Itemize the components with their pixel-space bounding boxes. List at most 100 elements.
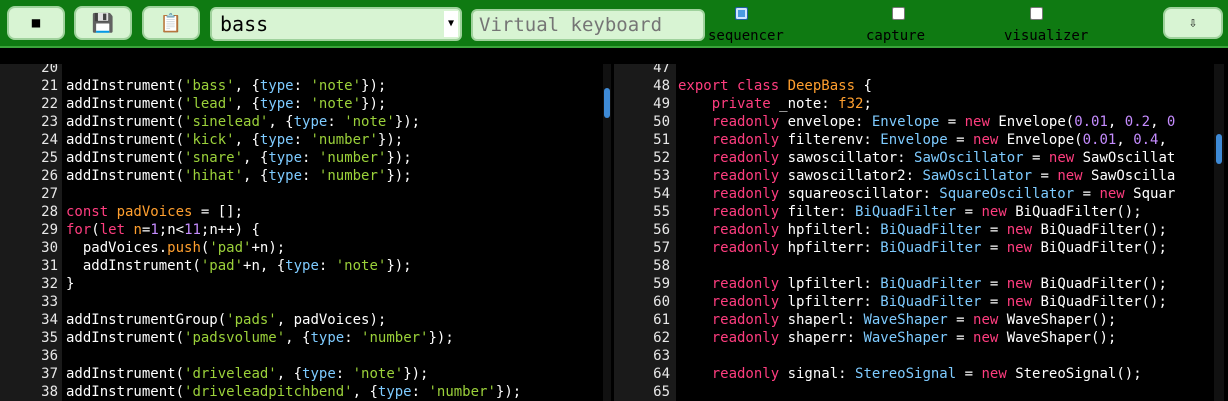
code-token: SawOscillator (914, 150, 1024, 166)
code-token: type (259, 96, 294, 112)
code-token: : (327, 114, 345, 130)
code-line: 60 readonly lpfilterr: BiQuadFilter = ne… (614, 293, 1175, 311)
left-code-editor[interactable]: 20 21 addInstrument('bass', {type: 'note'}… (0, 64, 599, 401)
code-token: WaveShaper (863, 330, 948, 346)
code-token: 'bass' (184, 78, 235, 94)
code-token: 'number' (428, 384, 496, 400)
code-token: }); (377, 132, 404, 148)
left-scrollbar-thumb[interactable] (604, 88, 610, 118)
code-token: new (981, 366, 1016, 382)
code-token: addInstrument( (66, 258, 201, 274)
right-scrollbar-thumb[interactable] (1216, 134, 1222, 164)
code-token: = (939, 114, 965, 130)
code-token: addInstrument( (66, 78, 185, 94)
line-number: 64 (653, 366, 670, 382)
toolbar: ■ 💾 📋 bass ▼ sequencer capture visualize… (0, 0, 1228, 48)
left-scrollbar-track[interactable] (603, 64, 611, 401)
code-token: BiQuadFilter(); (1040, 294, 1167, 310)
line-number: 50 (653, 114, 670, 130)
code-token: , padVoices); (276, 312, 387, 328)
code-token: readonly (678, 312, 788, 328)
code-line: 56 readonly hpfilterl: BiQuadFilter = ne… (614, 221, 1175, 239)
line-number: 22 (41, 96, 58, 112)
code-token: , { (243, 168, 269, 184)
code-token: 'number' (318, 168, 387, 184)
code-token: 'sinelead' (184, 114, 269, 130)
code-token: let (99, 222, 134, 238)
code-token: , (1158, 132, 1167, 148)
visualizer-checkbox[interactable] (1030, 7, 1043, 20)
code-line: 38 addInstrument('driveleadpitchbend', {t… (0, 383, 521, 401)
line-number: 57 (653, 240, 670, 256)
code-line: 30 padVoices.push('pad'+n); (0, 239, 521, 257)
code-line: 28 const padVoices = []; (0, 203, 521, 221)
code-token: = (981, 276, 1007, 292)
code-token: 'driveleadpitchbend' (184, 384, 353, 400)
code-token: : (335, 366, 353, 382)
code-token: type (259, 78, 294, 94)
code-token: 'lead' (184, 96, 235, 112)
right-code-lines: 47 48 export class DeepBass {49 private _n… (614, 64, 1175, 401)
code-line: 58 (614, 257, 1175, 275)
code-token: : (293, 132, 311, 148)
code-token: BiQuadFilter(); (1040, 276, 1167, 292)
code-token: ;n< (158, 222, 185, 238)
code-token: addInstrument( (66, 384, 185, 400)
line-number: 27 (41, 186, 58, 202)
code-line: 63 (614, 347, 1175, 365)
line-number: 36 (41, 348, 58, 364)
capture-checkbox[interactable] (892, 7, 905, 20)
code-line: 25 addInstrument('snare', {type: 'number'… (0, 149, 521, 167)
code-token: new (964, 114, 999, 130)
sequencer-checkbox[interactable] (735, 7, 748, 20)
code-token: : (293, 96, 311, 112)
code-token: Envelope (880, 132, 948, 148)
line-number: 30 (41, 240, 58, 256)
right-scrollbar-track[interactable] (1214, 64, 1224, 401)
code-token: type (310, 330, 345, 346)
code-token: type (259, 132, 294, 148)
code-token: squareoscillator: (787, 186, 940, 202)
stop-icon: ■ (31, 15, 41, 31)
code-line: 35 addInstrument('padsvolume', {type: 'nu… (0, 329, 521, 347)
code-token: addInstrument( (66, 96, 185, 112)
code-token: = (947, 330, 974, 346)
copy-button[interactable]: 📋 (142, 6, 200, 40)
virtual-keyboard-input[interactable] (471, 9, 705, 41)
code-token: , { (352, 384, 378, 400)
code-token: BiQuadFilter (880, 294, 982, 310)
stop-button[interactable]: ■ (7, 6, 65, 40)
code-token: padVoices. (66, 240, 168, 256)
code-line: 47 (614, 64, 1175, 77)
code-line: 26 addInstrument('hihat', {type: 'number'… (0, 167, 521, 185)
code-token: filter: (787, 204, 856, 220)
code-token: signal: (787, 366, 856, 382)
code-token: 0 (1166, 114, 1176, 130)
code-token: readonly (678, 366, 788, 382)
code-token: addInstrument( (66, 168, 185, 184)
line-number: 49 (653, 96, 670, 112)
code-token: type (268, 150, 303, 166)
code-token: const (66, 204, 117, 220)
instrument-select[interactable]: bass ▼ (210, 7, 462, 41)
code-token: filterenv: (787, 132, 881, 148)
code-token: , { (276, 366, 303, 382)
code-token: 0.01 (1074, 114, 1108, 130)
clipboard-icon: 📋 (159, 12, 183, 34)
code-token: 0.01 (1082, 132, 1117, 148)
code-token: sawoscillator2: (787, 168, 923, 184)
code-token: readonly (678, 132, 788, 148)
code-token: f32 (838, 96, 864, 112)
code-token: for (66, 222, 92, 238)
code-token: lpfilterr: (787, 294, 881, 310)
download-button[interactable]: ⇩ (1163, 7, 1223, 39)
right-code-editor[interactable]: 47 48 export class DeepBass {49 private _n… (614, 64, 1214, 401)
code-token: StereoSignal (855, 366, 957, 382)
code-line: 48 export class DeepBass { (614, 77, 1175, 95)
save-button[interactable]: 💾 (74, 6, 132, 40)
chevron-down-icon[interactable]: ▼ (444, 11, 458, 37)
code-token: ;n++) { (200, 222, 260, 238)
code-token: 'note' (352, 366, 404, 382)
code-line: 33 (0, 293, 521, 311)
code-line: 20 (0, 64, 521, 77)
